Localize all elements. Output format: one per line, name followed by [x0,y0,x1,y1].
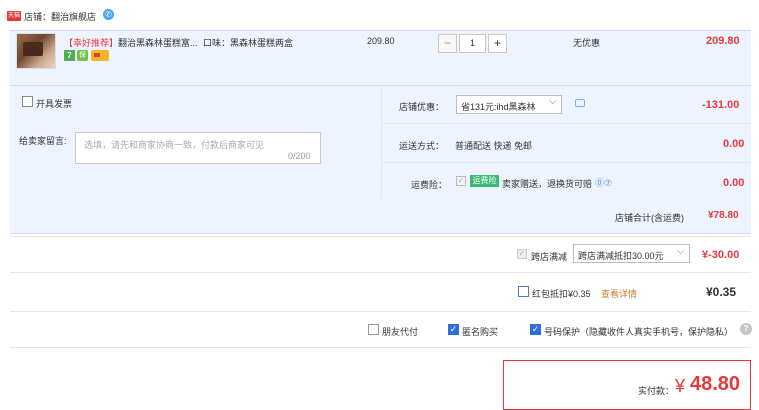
red-packet-details-link[interactable]: 查看详情 [601,287,637,300]
quantity-stepper: − 1 + [438,34,508,53]
help-icon[interactable]: ? [740,323,752,335]
seven-day-return-icon: 7 [64,50,75,61]
chat-icon[interactable]: ✆ [103,9,114,20]
cross-store-label: 跨店满减 [531,252,568,262]
invoice-label[interactable]: 开具发票 [36,97,72,110]
invoice-checkbox[interactable] [22,96,33,107]
item-discount: 无优惠 [573,38,601,48]
message-label: 给卖家留言: [19,136,67,146]
card-icon [91,50,109,61]
quantity-input[interactable]: 1 [459,34,486,53]
insurance-icon: 保 [77,50,88,61]
currency-symbol: ¥ [675,376,686,396]
divider [381,123,751,124]
cross-store-selected-value: 跨店满减抵扣30.00元 [578,251,664,261]
chat-bubble-icon[interactable] [575,99,585,107]
divider [381,162,751,163]
shipping-insurance-tag: 运费险 [470,175,499,187]
shop-name[interactable]: 店铺：翻治旗舰店 [24,10,96,23]
divider [10,236,751,237]
coupon-label: 店铺优惠： [399,102,445,112]
product-title-text: 翻治黑森林蛋糕富... [118,38,198,48]
tmall-badge: 天猫 [7,11,21,21]
product-title[interactable]: 【幸好推荐】翻治黑森林蛋糕富... [64,36,204,49]
coupon-selected-value: 省131元:ihd黑森林 [461,102,536,112]
shipping-insurance-label: 运费险： [411,180,448,190]
red-packet-label[interactable]: 红包抵扣¥0.35 [532,287,591,300]
friend-pay-label[interactable]: 朋友代付 [382,325,418,338]
divider [10,272,751,273]
payment-label: 实付款： [638,386,675,396]
shipping-method: 普通配送 快递 免邮 [455,141,533,151]
shipping-insurance-amount: 0.00 [723,177,745,189]
product-spec: 口味：黑森林蛋糕两盒 [203,38,294,48]
divider [10,347,751,348]
shipping-insurance-checkbox: ✓ [456,176,466,186]
number-protection-checkbox[interactable]: ✓ [530,324,541,335]
anonymous-purchase-checkbox[interactable]: ✓ [448,324,459,335]
shipping-label: 运送方式： [399,141,445,151]
cross-store-amount: ¥-30.00 [702,249,740,261]
seller-message-placeholder: 选填，请先和商家协商一致，付款后商家可见 [84,140,265,150]
help-icon[interactable]: ⓪⑦ [595,176,612,189]
subtotal-label: 店铺合计(含运费) [615,213,684,223]
number-protection-label[interactable]: 号码保护（隐藏收件人真实手机号，保护隐私） [544,325,733,338]
red-packet-amount: ¥0.35 [706,285,737,299]
friend-pay-checkbox[interactable] [368,324,379,335]
shipping-amount: 0.00 [723,138,745,150]
payment-amount: 48.80 [690,373,741,395]
divider [381,86,382,198]
divider [10,311,751,312]
chevron-down-icon: ⌵ [549,96,557,107]
quantity-plus-button[interactable]: + [488,34,507,53]
quantity-minus-button[interactable]: − [438,34,457,53]
anonymous-purchase-label[interactable]: 匿名购买 [462,325,498,338]
coupon-amount: -131.00 [702,99,740,111]
unit-price: 209.80 [367,36,395,46]
message-char-count: 0/200 [288,151,311,161]
promo-tag: 【幸好推荐】 [64,38,119,48]
shipping-insurance-text: 卖家赠送，退换货可赔 [502,179,593,189]
chevron-down-icon: ⌵ [677,246,685,257]
red-packet-checkbox[interactable] [518,286,529,297]
cross-store-checkbox: ✓ [517,249,527,259]
product-thumbnail[interactable] [16,33,56,69]
item-total: 209.80 [706,35,740,47]
subtotal-amount: ¥78.80 [708,210,739,221]
